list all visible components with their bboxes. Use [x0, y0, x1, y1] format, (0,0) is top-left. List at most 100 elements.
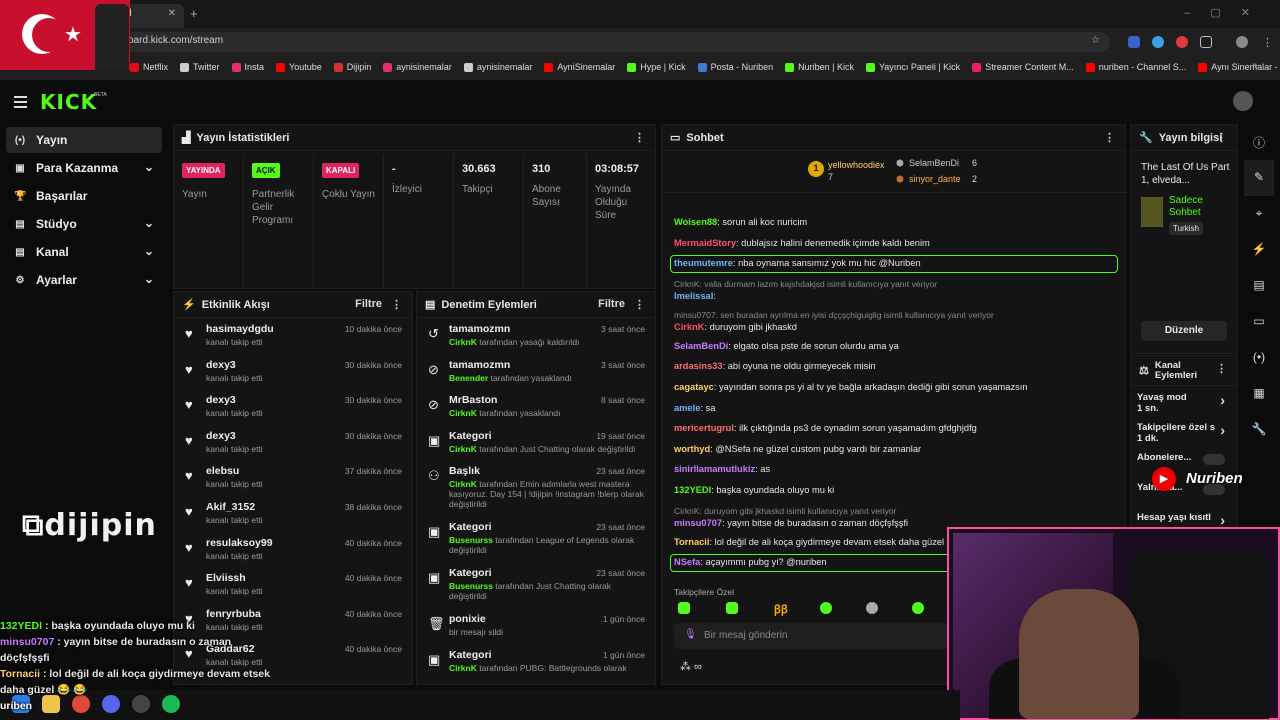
wrench-icon[interactable]: 🔧: [1244, 412, 1274, 448]
sidebar-item-3[interactable]: ▤ Stüdyo ⌄: [6, 211, 162, 237]
filter-button[interactable]: Filtre: [355, 298, 382, 310]
chat-message[interactable]: Woisen88: sorun ali koc nuricim: [674, 217, 807, 227]
bookmark-item[interactable]: Aynı Sinemalar - Ça...: [1198, 58, 1280, 76]
moderator-name[interactable]: Busenurss: [449, 535, 493, 545]
moderator-name[interactable]: CirknK: [449, 408, 477, 418]
extension-globe-icon[interactable]: [1152, 36, 1164, 48]
chat-message[interactable]: worthyd: @NSefa ne güzel custom pubg var…: [674, 444, 921, 454]
kick-logo[interactable]: KICK: [40, 90, 97, 114]
sidebar-item-1[interactable]: ▣ Para Kazanma ⌄: [6, 155, 162, 181]
sidebar-item-5[interactable]: ⚙ Ayarlar ⌄: [6, 267, 162, 293]
clipboard-icon[interactable]: ▤: [1244, 268, 1274, 304]
menu-dots-icon[interactable]: ⋮: [391, 298, 402, 311]
extension-red-icon[interactable]: [1176, 36, 1188, 48]
chat-username[interactable]: amele: [674, 403, 700, 413]
moderator-name[interactable]: CirknK: [449, 663, 477, 673]
stack-icon[interactable]: ▦: [1244, 376, 1274, 412]
more-bookmarks-icon[interactable]: »: [1252, 60, 1258, 71]
channel-action-item[interactable]: Yavaş mod 1 sn. ›: [1137, 392, 1233, 418]
chat-username[interactable]: Woisen88: [674, 217, 717, 227]
bookmark-item[interactable]: nuriben - Channel S...: [1085, 58, 1186, 76]
address-bar[interactable]: oard.kick.com/stream ☆: [120, 32, 1110, 52]
chat-username[interactable]: ardasins33: [674, 361, 723, 371]
emote[interactable]: [866, 602, 878, 614]
bookmark-item[interactable]: Posta - Nuriben: [697, 58, 773, 76]
chat-message[interactable]: mericertugrul: ilk çıktığında ps3 de oyn…: [674, 423, 977, 433]
toggle-switch[interactable]: [1203, 454, 1225, 465]
moderator-name[interactable]: CirknK: [449, 479, 477, 489]
chat-username[interactable]: mericertugrul: [674, 423, 734, 433]
emote[interactable]: [912, 602, 924, 614]
avatar[interactable]: [1233, 91, 1253, 111]
chat-username[interactable]: SelamBenDi: [674, 341, 728, 351]
sidebar-item-0[interactable]: (•) Yayın: [6, 127, 162, 153]
chat-username[interactable]: Tornacii: [674, 537, 709, 547]
bookmark-item[interactable]: Insta: [231, 58, 264, 76]
chat-username[interactable]: minsu0707: [674, 518, 722, 528]
menu-dots-icon[interactable]: ⋮: [1216, 131, 1227, 144]
emote[interactable]: [678, 602, 690, 614]
chat-username[interactable]: 132YEDI: [674, 485, 711, 495]
menu-dots-icon[interactable]: ⋮: [1216, 362, 1227, 375]
extension-shield-icon[interactable]: [1128, 36, 1140, 48]
emote[interactable]: ꞵꞵ: [774, 602, 788, 617]
sidebar-item-4[interactable]: ▤ Kanal ⌄: [6, 239, 162, 265]
gifter-name[interactable]: yellowhoodiex: [828, 160, 885, 170]
bookmark-item[interactable]: Yayıncı Paneli | Kick: [865, 58, 960, 76]
chat-username[interactable]: lmelissal: [674, 291, 713, 301]
channel-action-item[interactable]: Takipçilere özel s1 dk. ›: [1137, 422, 1233, 448]
menu-dots-icon[interactable]: ⋮: [634, 131, 645, 144]
close-icon[interactable]: ✕: [168, 8, 176, 19]
chat-username[interactable]: CirknK: [674, 322, 704, 332]
microphone-icon[interactable]: 🎙: [684, 629, 697, 640]
bolt-icon[interactable]: ⚡: [1244, 232, 1274, 268]
chat-message[interactable]: SelamBenDi: elgato olsa pste de sorun ol…: [674, 341, 899, 351]
moderator-name[interactable]: CirknK: [449, 444, 477, 454]
chat-username[interactable]: sinirliamamutlukiz: [674, 464, 755, 474]
settings-icon[interactable]: ⁂ ∞: [680, 660, 702, 673]
emote[interactable]: [820, 602, 832, 614]
moderator-name[interactable]: Benender: [449, 373, 488, 383]
bookmark-item[interactable]: aynisinemalar: [463, 58, 532, 76]
window-controls[interactable]: –▢✕: [1184, 6, 1270, 19]
chat-bubble-icon[interactable]: ▭: [1244, 304, 1274, 340]
bookmark-item[interactable]: Twitter: [180, 58, 220, 76]
gifter-name[interactable]: sinyor_dante: [909, 174, 961, 184]
bookmark-item[interactable]: Netflix: [130, 58, 168, 76]
bookmark-item[interactable]: Dijipin: [333, 58, 371, 76]
category-name[interactable]: Sadece Sohbet: [1169, 195, 1235, 219]
chat-message[interactable]: MermaidStory: dublajsız halini denemedik…: [674, 238, 930, 248]
chat-username[interactable]: cagatayc: [674, 382, 714, 392]
emote[interactable]: [726, 602, 738, 614]
moderator-name[interactable]: Busenurss: [449, 581, 493, 591]
menu-dots-icon[interactable]: ⋮: [1262, 36, 1273, 49]
bookmark-item[interactable]: AyniSinemalar: [544, 58, 615, 76]
chat-username[interactable]: theumutemre: [674, 258, 733, 268]
menu-dots-icon[interactable]: ⋮: [634, 298, 645, 311]
bookmark-item[interactable]: Hype | Kick: [627, 58, 686, 76]
chat-message[interactable]: CirknK: duruyom gibi jkhaskd: [674, 322, 797, 332]
hamburger-menu-icon[interactable]: [14, 96, 27, 111]
bookmark-item[interactable]: aynisinemalar: [383, 58, 452, 76]
target-icon[interactable]: ⌖: [1244, 196, 1274, 232]
chat-message[interactable]: 132YEDI: başka oyundada oluyo mu ki: [674, 485, 834, 495]
extensions-puzzle-icon[interactable]: [1200, 36, 1212, 48]
filter-button[interactable]: Filtre: [598, 298, 625, 310]
chat-message[interactable]: sinirliamamutlukiz: as: [674, 464, 770, 474]
chat-message[interactable]: minsu0707: yayın bitse de buradasın o za…: [674, 518, 908, 528]
chat-message[interactable]: lmelissal:: [674, 291, 716, 301]
chat-message[interactable]: NSefa: açayımmı pubg yi? @nuriben: [674, 557, 827, 567]
chat-message[interactable]: cagatayc: yayından sonra ps yi al tv ye …: [674, 382, 1028, 392]
chat-message[interactable]: amele: sa: [674, 403, 715, 413]
chat-message[interactable]: Tornacii: lol değil de ali koça giydirme…: [674, 537, 944, 547]
bookmark-item[interactable]: Nuriben | Kick: [785, 58, 854, 76]
bookmark-star-icon[interactable]: ☆: [1091, 35, 1100, 46]
chat-username[interactable]: worthyd: [674, 444, 710, 454]
bookmark-item[interactable]: Youtube: [276, 58, 322, 76]
gifter-name[interactable]: SelamBenDi: [909, 158, 959, 168]
info-icon[interactable]: ⓘ: [1244, 124, 1274, 160]
edit-button[interactable]: Düzenle: [1141, 321, 1227, 341]
chat-message[interactable]: theumutemre: nba oynama sansımız yok mu …: [674, 258, 921, 268]
pencil-icon[interactable]: ✎: [1244, 160, 1274, 196]
bookmark-item[interactable]: Streamer Content M...: [972, 58, 1074, 76]
